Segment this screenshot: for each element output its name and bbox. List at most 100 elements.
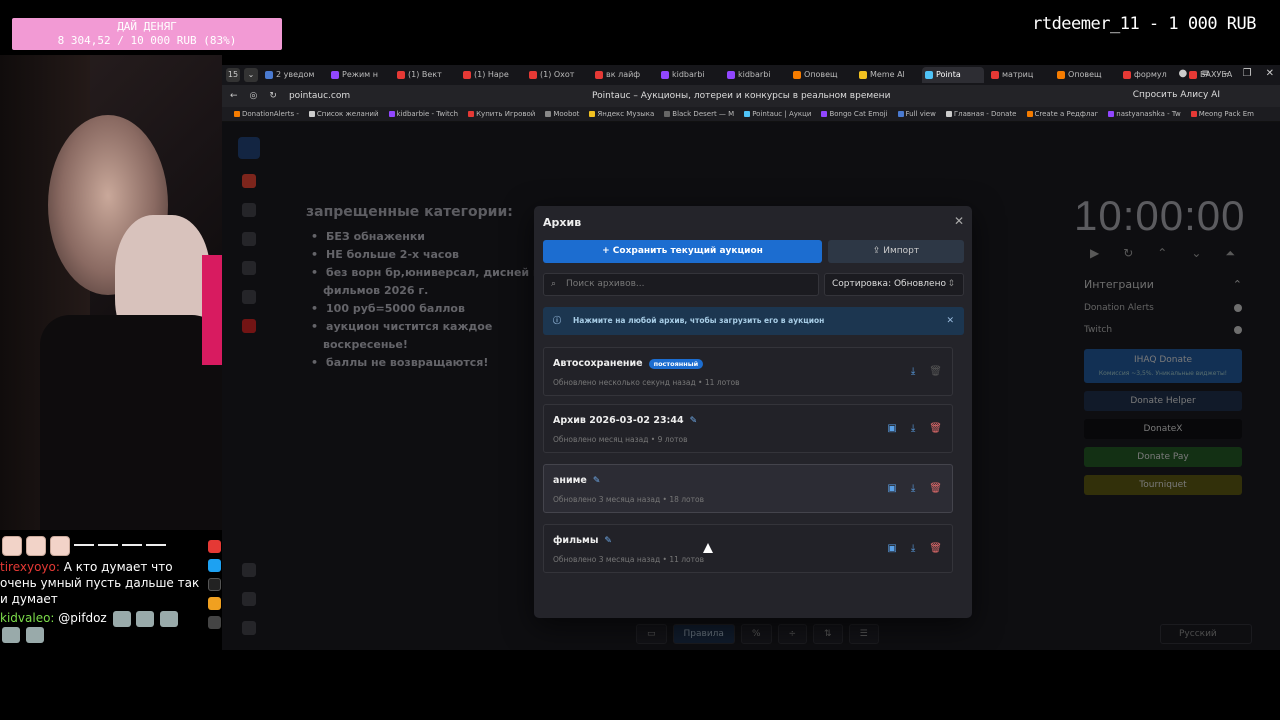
tab-label: kidbarbi <box>738 70 771 79</box>
save-auction-button[interactable]: + Сохранить текущий аукцион <box>543 240 822 263</box>
bookmark-label: DonationAlerts - <box>242 110 299 118</box>
bookmark-label: Яндекс Музыка <box>597 110 655 118</box>
tab-label: kidbarbi <box>672 70 705 79</box>
close-icon[interactable]: ✕ <box>954 214 964 228</box>
bookmark-favicon-icon <box>589 111 596 117</box>
bookmark-item[interactable]: Meong Pack Em <box>1190 110 1254 118</box>
chat-message: tirexyoyo: А кто думает что очень умный … <box>0 556 205 607</box>
browser-tab[interactable]: Оповещ <box>1054 67 1116 83</box>
bookmark-item[interactable]: kidbarbie - Twitch <box>388 110 459 118</box>
edit-icon[interactable]: ✎ <box>593 476 601 486</box>
archive-icon[interactable]: ▣ <box>887 543 896 554</box>
restore-icon[interactable]: ❐ <box>1243 68 1252 79</box>
tab-label: вк лайф <box>606 70 641 79</box>
alisa-button[interactable]: Спросить Алису AI <box>1133 90 1220 100</box>
tab-favicon-icon <box>991 71 999 79</box>
trash-icon[interactable]: 🗑 <box>929 423 942 434</box>
edit-icon[interactable]: ✎ <box>690 416 698 426</box>
browser-tab[interactable]: Pointa <box>922 67 984 83</box>
bookmark-item[interactable]: Bongo Cat Emoji <box>821 110 888 118</box>
tab-label: (1) Охот <box>540 70 575 79</box>
trash-icon[interactable]: 🗑 <box>929 543 942 554</box>
import-button[interactable]: ⇪ Импорт <box>828 240 964 263</box>
bookmark-item[interactable]: Список желаний <box>308 110 379 118</box>
bookmark-item[interactable]: Яндекс Музыка <box>589 110 654 118</box>
download-icon[interactable]: ⤓ <box>911 366 915 377</box>
chat-text: @pifdoz <box>58 611 107 625</box>
tab-label: матриц <box>1002 70 1034 79</box>
tab-label: 2 уведом <box>276 70 315 79</box>
browser-tab[interactable]: 2 уведом <box>262 67 324 83</box>
tab-favicon-icon <box>661 71 669 79</box>
bookmark-item[interactable]: Create a Редфлаг <box>1026 110 1098 118</box>
bookmark-item[interactable]: nastyanashka - Tw <box>1108 110 1181 118</box>
download-icon[interactable]: ⤓ <box>911 483 915 494</box>
menu-icon[interactable]: ≡ <box>1201 68 1209 79</box>
browser-tab[interactable]: (1) Наре <box>460 67 522 83</box>
archive-card[interactable]: Автосохранение постоянный Обновлено неско… <box>543 347 953 396</box>
chat-platform-icons <box>205 540 223 629</box>
download-icon[interactable]: ⤓ <box>911 423 915 434</box>
donation-goal-progress: 8 304,52 / 10 000 RUB (83%) <box>57 34 237 47</box>
browser-tab[interactable]: kidbarbi <box>658 67 720 83</box>
tab-favicon-icon <box>925 71 933 79</box>
profile-icon[interactable]: ● <box>1179 68 1188 79</box>
archive-search-input[interactable]: ⌕ Поиск архивов... <box>543 273 819 296</box>
pointauc-page: запрещенные категории: БЕЗ обнаженки НЕ … <box>222 122 1280 650</box>
bookmark-item[interactable]: DonationAlerts - <box>234 110 299 118</box>
browser-tab[interactable]: Оповещ <box>790 67 852 83</box>
tab-favicon-icon <box>793 71 801 79</box>
sort-select[interactable]: Сортировка: Обновлено ⇕ <box>824 273 964 296</box>
browser-tab[interactable]: Meme Al <box>856 67 918 83</box>
archive-card[interactable]: Архив 2026-03-02 23:44 ✎ Обновлено месяц … <box>543 404 953 453</box>
reload-icon[interactable]: ↻ <box>269 91 277 101</box>
bookmark-item[interactable]: Moobot <box>545 110 579 118</box>
browser-tab[interactable]: kidbarbi <box>724 67 786 83</box>
archive-card[interactable]: фильмы ✎ Обновлено 3 месяца назад • 11 ло… <box>543 524 953 573</box>
archive-card[interactable]: аниме ✎ Обновлено 3 месяца назад • 18 лот… <box>543 464 953 513</box>
url-field[interactable]: pointauc.com <box>289 91 350 101</box>
archive-meta: Обновлено 3 месяца назад • 11 лотов <box>553 555 705 564</box>
trash-icon[interactable]: 🗑 <box>929 483 942 494</box>
webcam-feed <box>0 55 222 530</box>
bookmark-label: kidbarbie - Twitch <box>396 110 459 118</box>
tab-menu-chevron-icon[interactable]: ⌄ <box>244 68 258 82</box>
tab-count-icon[interactable]: 15 <box>226 68 240 82</box>
shield-icon[interactable]: ◎ <box>250 91 258 101</box>
more-icon <box>207 616 221 629</box>
tab-favicon-icon <box>1123 71 1131 79</box>
browser-tab[interactable]: (1) Охот <box>526 67 588 83</box>
archive-meta: Обновлено несколько секунд назад • 11 ло… <box>553 378 740 387</box>
close-window-icon[interactable]: ✕ <box>1266 68 1274 79</box>
archive-icon[interactable]: ▣ <box>887 483 896 494</box>
chat-emote-row <box>0 530 205 556</box>
archive-icon[interactable]: ▣ <box>887 423 896 434</box>
browser-tab[interactable]: Режим н <box>328 67 390 83</box>
tab-label: Оповещ <box>1068 70 1102 79</box>
bookmark-label: Pointauc | Аукци <box>752 110 812 118</box>
tab-favicon-icon <box>331 71 339 79</box>
browser-tab[interactable]: вк лайф <box>592 67 654 83</box>
bookmark-item[interactable]: Pointauc | Аукци <box>744 110 811 118</box>
bookmark-item[interactable]: Купить Игровой <box>468 110 535 118</box>
bookmarks-bar: DonationAlerts - Список желаний kidbarbie … <box>222 107 1280 122</box>
tab-label: Meme Al <box>870 70 905 79</box>
edit-icon[interactable]: ✎ <box>604 536 612 546</box>
close-info-icon[interactable]: ✕ <box>946 307 954 335</box>
bookmark-label: Moobot <box>553 110 580 118</box>
browser-tab[interactable]: матриц <box>988 67 1050 83</box>
bookmark-favicon-icon <box>945 111 952 117</box>
browser-tab[interactable]: формул <box>1120 67 1182 83</box>
minimize-icon[interactable]: – <box>1224 68 1229 79</box>
download-icon[interactable]: ⤓ <box>911 543 915 554</box>
bookmark-favicon-icon <box>1108 111 1115 117</box>
back-icon[interactable]: ← <box>230 91 238 101</box>
tab-favicon-icon <box>529 71 537 79</box>
bookmark-favicon-icon <box>308 111 315 117</box>
bookmark-item[interactable]: Full view <box>897 110 936 118</box>
browser-tab[interactable]: (1) Вект <box>394 67 456 83</box>
bookmark-item[interactable]: Black Desert — M <box>664 110 734 118</box>
bookmark-item[interactable]: Главная - Donate <box>945 110 1017 118</box>
sort-arrows-icon: ⇕ <box>947 279 955 289</box>
vk-icon <box>207 559 221 572</box>
